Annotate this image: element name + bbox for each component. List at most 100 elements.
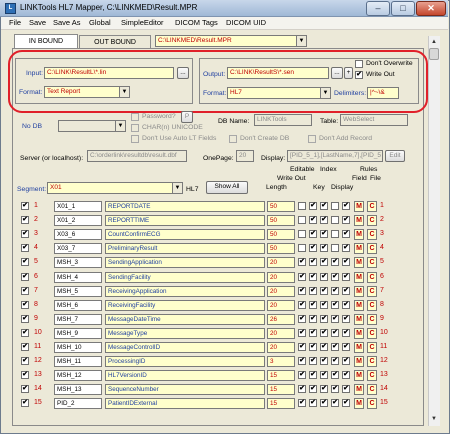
field-name-cell[interactable]: MSH_6 [54, 299, 102, 311]
display-checkbox[interactable]: ✔ [342, 258, 350, 267]
editable-checkbox[interactable]: ✔ [309, 371, 317, 380]
close-button[interactable]: ✕ [416, 1, 446, 16]
editable-checkbox[interactable]: ✔ [309, 202, 317, 210]
field-length-cell[interactable]: 20 [267, 257, 295, 269]
index-checkbox[interactable]: ✔ [331, 314, 339, 323]
field-label-cell[interactable]: MessageControlID [105, 342, 265, 353]
field-length-cell[interactable]: 50 [267, 215, 295, 227]
write-out-checkbox[interactable]: ✔ [298, 258, 306, 267]
index-checkbox[interactable]: ✔ [331, 300, 339, 309]
display-checkbox[interactable]: ✔ [342, 272, 350, 281]
field-length-cell[interactable]: 20 [267, 342, 295, 353]
row-checkbox[interactable]: ✔ [21, 258, 29, 267]
onepage-field[interactable]: 20 [236, 150, 254, 162]
menu-dicom-tags[interactable]: DICOM Tags [175, 18, 218, 27]
index-checkbox[interactable]: ✔ [331, 399, 339, 408]
key-checkbox[interactable]: ✔ [320, 230, 328, 239]
tab-inbound[interactable]: IN BOUND [14, 34, 78, 48]
row-checkbox[interactable]: ✔ [21, 371, 29, 380]
key-checkbox[interactable]: ✔ [320, 385, 328, 394]
index-checkbox[interactable]: ✔ [331, 343, 339, 351]
row-checkbox[interactable]: ✔ [21, 272, 29, 281]
table-field[interactable]: WebSelect [340, 114, 408, 126]
chevron-down-icon[interactable]: ▼ [115, 121, 125, 131]
field-label-cell[interactable]: ProcessingID [105, 356, 265, 368]
field-label-cell[interactable]: SequenceNumber [105, 384, 265, 396]
write-out-checkbox[interactable]: ✔ [298, 272, 306, 281]
field-rule-button[interactable]: M [354, 313, 364, 325]
write-out-checkbox[interactable]: ✔ [298, 328, 306, 337]
field-name-cell[interactable]: X01_1 [54, 201, 102, 212]
row-checkbox[interactable]: ✔ [21, 216, 29, 225]
display-field[interactable]: [PID_5_1],[LastName,7],[PID_5 [287, 150, 383, 162]
display-checkbox[interactable]: ✔ [342, 385, 350, 394]
key-checkbox[interactable]: ✔ [320, 314, 328, 323]
display-checkbox[interactable]: ✔ [342, 216, 350, 225]
field-label-cell[interactable]: MessageType [105, 327, 265, 339]
row-checkbox[interactable]: ✔ [21, 314, 29, 323]
field-name-cell[interactable]: MSH_9 [54, 327, 102, 339]
row-checkbox[interactable]: ✔ [21, 286, 29, 295]
write-out-checkbox[interactable] [298, 216, 306, 225]
key-checkbox[interactable]: ✔ [320, 300, 328, 309]
key-checkbox[interactable]: ✔ [320, 258, 328, 267]
editable-checkbox[interactable]: ✔ [309, 230, 317, 239]
write-out-checkbox[interactable]: ✔ [298, 343, 306, 351]
write-out-checkbox[interactable] [298, 230, 306, 239]
server-field[interactable]: C:\orderlink\resultdb\result.dbf [87, 150, 187, 162]
index-checkbox[interactable]: ✔ [331, 371, 339, 380]
key-checkbox[interactable]: ✔ [320, 343, 328, 351]
write-out-checkbox[interactable]: ✔ [298, 371, 306, 380]
write-out-checkbox[interactable]: ✔ [298, 286, 306, 295]
field-name-cell[interactable]: MSH_10 [54, 342, 102, 353]
dont-use-lt-checkbox[interactable] [131, 135, 139, 143]
scroll-up-icon[interactable]: ▲ [429, 37, 439, 48]
display-checkbox[interactable]: ✔ [342, 371, 350, 380]
field-rule-button[interactable]: M [354, 257, 364, 269]
field-rule-button[interactable]: M [354, 327, 364, 339]
field-length-cell[interactable]: 20 [267, 285, 295, 297]
field-label-cell[interactable]: PreliminaryResult [105, 243, 265, 255]
key-checkbox[interactable]: ✔ [320, 357, 328, 366]
index-checkbox[interactable] [331, 244, 339, 253]
field-label-cell[interactable]: REPORTDATE [105, 201, 265, 212]
index-checkbox[interactable]: ✔ [331, 328, 339, 337]
row-checkbox[interactable]: ✔ [21, 230, 29, 239]
index-checkbox[interactable] [331, 216, 339, 225]
field-label-cell[interactable]: ReceivingFacility [105, 299, 265, 311]
row-checkbox[interactable]: ✔ [21, 244, 29, 253]
display-checkbox[interactable]: ✔ [342, 244, 350, 253]
dont-add-record-checkbox[interactable] [308, 135, 316, 143]
mapper-file-select[interactable]: C:\LINKMED\Result.MPR [155, 35, 307, 47]
field-length-cell[interactable]: 15 [267, 370, 295, 382]
write-out-checkbox[interactable]: ✔ [298, 385, 306, 394]
vertical-scrollbar[interactable] [428, 36, 440, 426]
file-rule-button[interactable]: C [367, 271, 377, 283]
index-checkbox[interactable] [331, 230, 339, 239]
key-checkbox[interactable]: ✔ [320, 371, 328, 380]
editable-checkbox[interactable]: ✔ [309, 314, 317, 323]
index-checkbox[interactable]: ✔ [331, 357, 339, 366]
field-name-cell[interactable]: PID_2 [54, 398, 102, 410]
edit-button[interactable]: Edit [385, 150, 405, 162]
row-checkbox[interactable]: ✔ [21, 399, 29, 408]
write-out-checkbox[interactable]: ✔ [298, 399, 306, 408]
field-name-cell[interactable]: MSH_7 [54, 313, 102, 325]
field-label-cell[interactable]: MessageDateTime [105, 313, 265, 325]
field-rule-button[interactable]: M [354, 285, 364, 297]
row-checkbox[interactable]: ✔ [21, 328, 29, 337]
row-checkbox[interactable]: ✔ [21, 357, 29, 366]
field-length-cell[interactable]: 3 [267, 356, 295, 368]
field-length-cell[interactable]: 50 [267, 201, 295, 212]
chevron-down-icon[interactable]: ▼ [172, 183, 182, 193]
display-checkbox[interactable]: ✔ [342, 357, 350, 366]
key-checkbox[interactable]: ✔ [320, 328, 328, 337]
field-length-cell[interactable]: 50 [267, 229, 295, 241]
field-name-cell[interactable]: MSH_11 [54, 356, 102, 368]
field-rule-button[interactable]: M [354, 229, 364, 241]
field-name-cell[interactable]: X03_6 [54, 229, 102, 241]
menu-global[interactable]: Global [89, 18, 111, 27]
menu-dicom-uid[interactable]: DICOM UID [226, 18, 266, 27]
editable-checkbox[interactable]: ✔ [309, 244, 317, 253]
maximize-button[interactable]: □ [391, 1, 415, 16]
